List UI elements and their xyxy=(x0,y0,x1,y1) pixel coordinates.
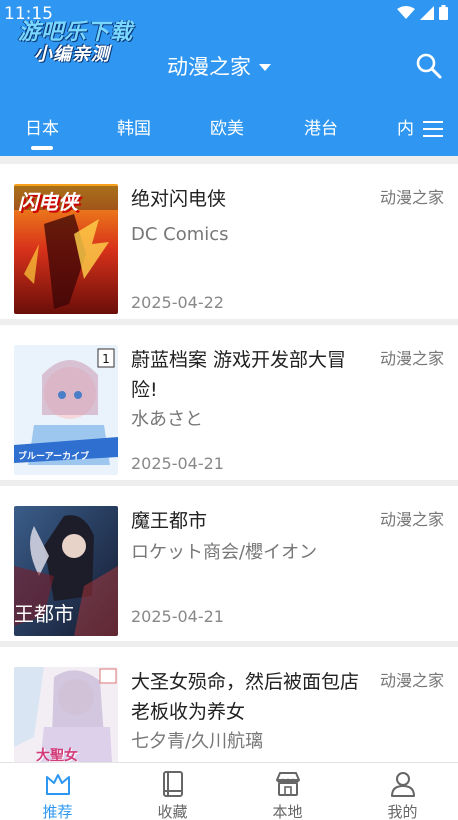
cover-image: 大聖女 xyxy=(14,667,118,762)
nav-label-local: 本地 xyxy=(272,803,303,820)
list-item[interactable]: 王都市 魔王都市 动漫之家 ロケット商会/櫻イオン 2025-04-21 xyxy=(0,486,458,641)
cover-image: 1 ブルーアーカイブ xyxy=(14,345,118,475)
wifi-icon xyxy=(397,5,415,19)
book-icon xyxy=(163,771,183,797)
list-item[interactable]: 大聖女 大圣女殒命，然后被面包店老板收为养女 动漫之家 七夕青/久川航璃 xyxy=(0,647,458,762)
svg-text:1: 1 xyxy=(102,352,110,366)
search-icon[interactable] xyxy=(415,52,443,80)
comic-author: DC Comics xyxy=(131,224,229,245)
tab-europe-america[interactable]: 欧美 xyxy=(210,114,244,139)
store-icon xyxy=(276,772,300,796)
list-item[interactable]: 闪电侠 绝对闪电侠 动漫之家 DC Comics 2025-04-22 xyxy=(0,164,458,319)
bottom-navigation: 推荐 收藏 本地 我的 xyxy=(0,762,458,820)
tab-korea[interactable]: 韩国 xyxy=(117,114,151,139)
source-selector[interactable]: 动漫之家 xyxy=(167,51,271,81)
cover-title-text: 闪电侠 xyxy=(18,190,78,214)
comic-date: 2025-04-21 xyxy=(131,454,224,473)
cover-title-text: ブルーアーカイブ xyxy=(18,452,90,462)
caret-down-icon xyxy=(259,63,271,71)
comic-source: 动漫之家 xyxy=(379,349,444,368)
tab-domestic[interactable]: 内 xyxy=(397,114,414,139)
comic-date: 2025-04-21 xyxy=(131,607,224,626)
page-title: 动漫之家 xyxy=(167,55,251,79)
comic-author: ロケット商会/櫻イオン xyxy=(131,542,318,563)
watermark-line2: 小编亲测 xyxy=(34,44,110,65)
comic-source: 动漫之家 xyxy=(379,188,444,207)
list-item[interactable]: 1 ブルーアーカイブ 蔚蓝档案 游戏开发部大冒险! 动漫之家 水あさと 2025… xyxy=(0,325,458,480)
battery-icon xyxy=(439,5,448,20)
app-header: 11:15 游吧乐下载 小编亲测 动漫之家 日本 韩国 欧美 港台 内 xyxy=(0,0,458,156)
comic-source: 动漫之家 xyxy=(379,510,444,529)
watermark-logo: 游吧乐下载 小编亲测 xyxy=(10,10,150,66)
nav-label-favorites: 收藏 xyxy=(157,803,188,820)
nav-recommend[interactable]: 推荐 xyxy=(0,763,115,820)
category-tabs: 日本 韩国 欧美 港台 内 xyxy=(0,106,415,156)
nav-local[interactable]: 本地 xyxy=(230,763,345,820)
comic-source: 动漫之家 xyxy=(379,671,444,690)
crown-icon xyxy=(46,774,70,795)
nav-profile[interactable]: 我的 xyxy=(345,763,458,820)
comic-list: 闪电侠 绝对闪电侠 动漫之家 DC Comics 2025-04-22 1 ブル… xyxy=(0,156,458,762)
nav-label-profile: 我的 xyxy=(387,803,418,820)
tab-hk-taiwan[interactable]: 港台 xyxy=(304,114,338,139)
cover-title-text: 王都市 xyxy=(14,602,74,626)
menu-icon[interactable] xyxy=(420,116,446,142)
nav-label-recommend: 推荐 xyxy=(42,803,73,820)
comic-title: 魔王都市 xyxy=(131,510,208,532)
cover-image: 闪电侠 xyxy=(14,184,118,314)
comic-author: 七夕青/久川航璃 xyxy=(131,731,264,752)
cover-title-text: 大聖女 xyxy=(36,748,78,762)
nav-favorites[interactable]: 收藏 xyxy=(115,763,230,820)
user-icon xyxy=(391,772,415,797)
comic-author: 水あさと xyxy=(131,409,203,430)
signal-icon xyxy=(420,5,434,20)
comic-title: 绝对闪电侠 xyxy=(131,188,227,210)
comic-title: 大圣女殒命，然后被面包店老板收为养女 xyxy=(131,671,360,723)
comic-date: 2025-04-22 xyxy=(131,293,224,312)
active-tab-indicator xyxy=(31,146,53,150)
status-icons xyxy=(397,5,448,20)
cover-image: 王都市 xyxy=(14,506,118,636)
tab-japan[interactable]: 日本 xyxy=(25,114,59,139)
comic-title: 蔚蓝档案 游戏开发部大冒险! xyxy=(131,349,347,401)
